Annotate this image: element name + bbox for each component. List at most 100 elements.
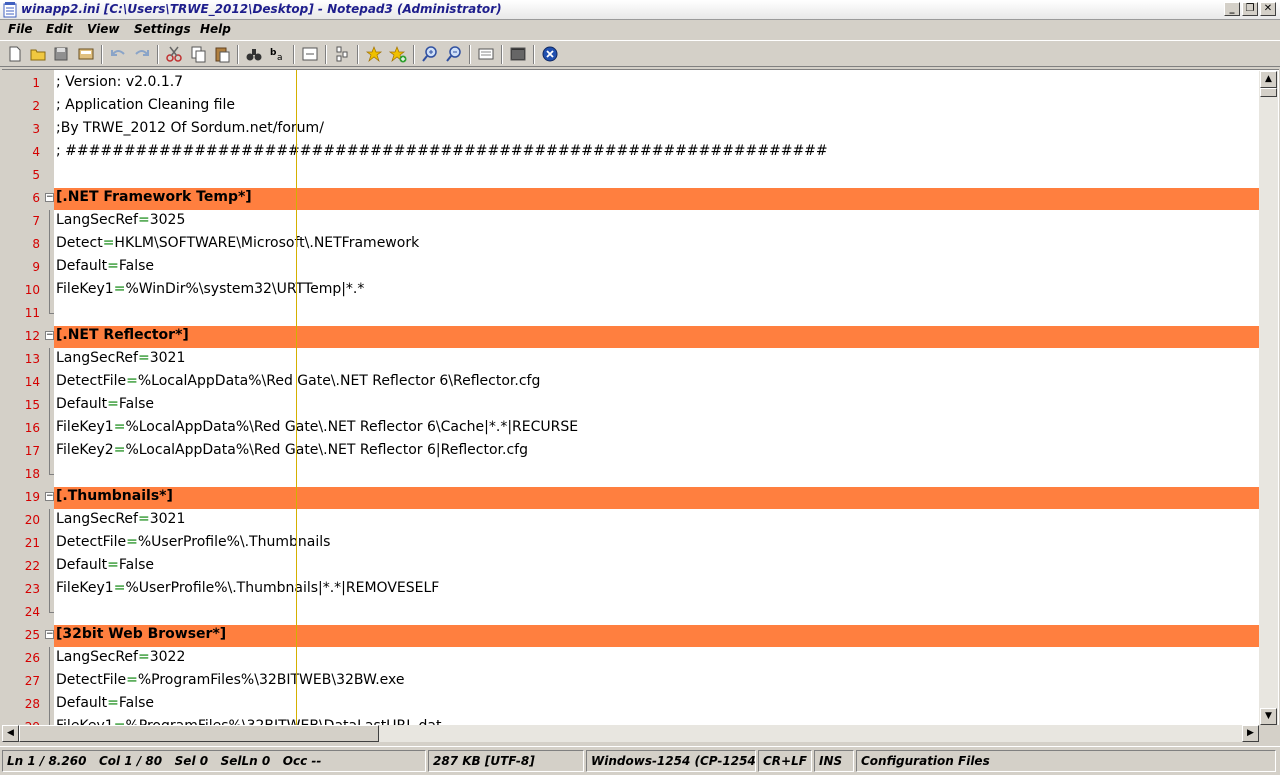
editor-line[interactable]: 2 ; Application Cleaning file <box>2 95 1259 118</box>
save-as-icon[interactable] <box>77 45 95 63</box>
editor-line[interactable]: 10 FileKey1=%WinDir%\system32\URTTemp|*.* <box>2 279 1259 302</box>
key-value-text: LangSecRef=3025 <box>56 212 185 228</box>
editor-line[interactable]: 11 <box>2 302 1259 325</box>
ini-key: Default <box>56 695 108 711</box>
editor-line[interactable]: 17 FileKey2=%LocalAppData%\Red Gate\.NET … <box>2 440 1259 463</box>
comment-text: ;By TRWE_2012 Of Sordum.net/forum/ <box>56 120 324 136</box>
menu-file[interactable]: File <box>8 22 33 36</box>
favorite-icon[interactable] <box>365 45 383 63</box>
ini-equals: = <box>113 419 126 435</box>
scheme-icon[interactable] <box>477 45 495 63</box>
toolbar-separator <box>237 45 239 64</box>
status-lexer[interactable]: Configuration Files <box>856 750 1276 772</box>
section-header-line[interactable]: 19− [.Thumbnails*] <box>2 486 1261 509</box>
ini-value: %LocalAppData%\Red Gate\.NET Reflector 6… <box>125 419 579 435</box>
editor-line[interactable]: 8 Detect=HKLM\SOFTWARE\Microsoft\.NETFram… <box>2 233 1259 256</box>
fold-guide <box>49 210 50 233</box>
scroll-up-arrow[interactable]: ▲ <box>1260 71 1277 88</box>
fullscreen-icon[interactable] <box>509 45 527 63</box>
menu-help[interactable]: Help <box>200 22 231 36</box>
editor-line[interactable]: 21 DetectFile=%UserProfile%\.Thumbnails <box>2 532 1259 555</box>
key-value-text: FileKey1=%LocalAppData%\Red Gate\.NET Re… <box>56 419 578 435</box>
exit-icon[interactable] <box>541 45 559 63</box>
editor-line[interactable]: 14 DetectFile=%LocalAppData%\Red Gate\.NE… <box>2 371 1259 394</box>
vertical-scrollbar[interactable]: ▲ ▼ <box>1259 71 1278 725</box>
editor-line[interactable]: 16 FileKey1=%LocalAppData%\Red Gate\.NET … <box>2 417 1259 440</box>
scroll-right-arrow[interactable]: ▶ <box>1242 725 1259 742</box>
editor-line[interactable]: 20 LangSecRef=3021 <box>2 509 1259 532</box>
open-file-icon[interactable] <box>29 45 47 63</box>
restore-button[interactable]: ❐ <box>1242 2 1258 16</box>
bookmark-icon[interactable] <box>333 45 351 63</box>
fold-guide <box>49 348 50 371</box>
status-occurrences: Occ -- <box>282 754 322 768</box>
editor-line[interactable]: 13 LangSecRef=3021 <box>2 348 1259 371</box>
word-wrap-icon[interactable] <box>301 45 319 63</box>
undo-icon[interactable] <box>109 45 127 63</box>
status-encoding[interactable]: Windows-1254 (CP-1254) <box>586 750 756 772</box>
editor-line[interactable]: 29FileKey1=%ProgramFiles%\32BITWEB\DataL… <box>2 716 1259 725</box>
fold-toggle-icon[interactable]: − <box>45 492 54 501</box>
editor-line[interactable]: 5 <box>2 164 1259 187</box>
editor-line[interactable]: 15 Default=False <box>2 394 1259 417</box>
vertical-scroll-thumb[interactable] <box>1260 88 1277 97</box>
fold-toggle-icon[interactable]: − <box>45 193 54 202</box>
save-icon[interactable] <box>52 45 70 63</box>
editor-line[interactable]: 28 Default=False <box>2 693 1259 716</box>
fold-toggle-icon[interactable]: − <box>45 630 54 639</box>
menu-edit[interactable]: Edit <box>46 22 73 36</box>
title-bar[interactable]: winapp2.ini [C:\Users\TRWE_2012\Desktop]… <box>0 0 1280 20</box>
scroll-down-arrow[interactable]: ▼ <box>1260 708 1277 725</box>
ini-value: HKLM\SOFTWARE\Microsoft\.NETFramework <box>114 235 420 251</box>
svg-text:a: a <box>277 53 283 63</box>
status-eol[interactable]: CR+LF <box>758 750 812 772</box>
editor-line[interactable]: 24 <box>2 601 1259 624</box>
cut-icon[interactable] <box>165 45 183 63</box>
editor-line[interactable]: 18 <box>2 463 1259 486</box>
editor-line[interactable]: 9 Default=False <box>2 256 1259 279</box>
horizontal-scroll-thumb[interactable] <box>19 725 379 742</box>
menu-settings[interactable]: Settings <box>134 22 191 36</box>
zoom-out-icon[interactable] <box>445 45 463 63</box>
section-highlight <box>54 326 1261 348</box>
editor-line[interactable]: 23 FileKey1=%UserProfile%\.Thumbnails|*.*… <box>2 578 1259 601</box>
text-editor[interactable]: 1 ; Version: v2.0.1.7 2 ; Application Clean… <box>2 69 1279 725</box>
line-number: 14 <box>24 375 40 389</box>
scroll-left-arrow[interactable]: ◀ <box>2 725 19 742</box>
long-line-marker <box>296 70 297 725</box>
section-header-line[interactable]: 12− [.NET Reflector*] <box>2 325 1261 348</box>
ini-key: DetectFile <box>56 373 127 389</box>
minimize-button[interactable]: _ <box>1224 2 1240 16</box>
status-insert-mode[interactable]: INS <box>814 750 854 772</box>
status-file-size[interactable]: 287 KB [UTF-8] <box>428 750 584 772</box>
ini-value: %LocalAppData%\Red Gate\.NET Reflector 6… <box>125 442 528 458</box>
paste-icon[interactable] <box>213 45 231 63</box>
line-number: 27 <box>24 674 40 688</box>
editor-line[interactable]: 1 ; Version: v2.0.1.7 <box>2 72 1259 95</box>
redo-icon[interactable] <box>133 45 151 63</box>
line-number: 5 <box>32 168 40 182</box>
toolbar-separator <box>357 45 359 64</box>
editor-line[interactable]: 27 DetectFile=%ProgramFiles%\32BITWEB\32B… <box>2 670 1259 693</box>
close-button[interactable]: ✕ <box>1260 2 1276 16</box>
new-file-icon[interactable] <box>6 45 24 63</box>
editor-line[interactable]: 4 ; #####################################… <box>2 141 1259 164</box>
fold-toggle-icon[interactable]: − <box>45 331 54 340</box>
editor-line[interactable]: 22 Default=False <box>2 555 1259 578</box>
section-header-line[interactable]: 25− [32bit Web Browser*] <box>2 624 1261 647</box>
ini-equals: = <box>107 695 119 711</box>
find-icon[interactable] <box>245 45 263 63</box>
comment-text: ; Version: v2.0.1.7 <box>56 74 184 90</box>
zoom-in-icon[interactable] <box>421 45 439 63</box>
editor-line[interactable]: 7 LangSecRef=3025 <box>2 210 1259 233</box>
horizontal-scrollbar[interactable]: ◀ ▶ <box>2 725 1259 742</box>
replace-icon[interactable]: ba <box>269 45 287 63</box>
menu-view[interactable]: View <box>87 22 119 36</box>
copy-icon[interactable] <box>189 45 207 63</box>
add-favorite-icon[interactable] <box>389 45 407 63</box>
editor-line[interactable]: 3 ;By TRWE_2012 Of Sordum.net/forum/ <box>2 118 1259 141</box>
ini-equals: = <box>107 557 119 573</box>
editor-line[interactable]: 26 LangSecRef=3022 <box>2 647 1259 670</box>
ini-key: DetectFile <box>56 534 127 550</box>
section-header-line[interactable]: 6− [.NET Framework Temp*] <box>2 187 1261 210</box>
